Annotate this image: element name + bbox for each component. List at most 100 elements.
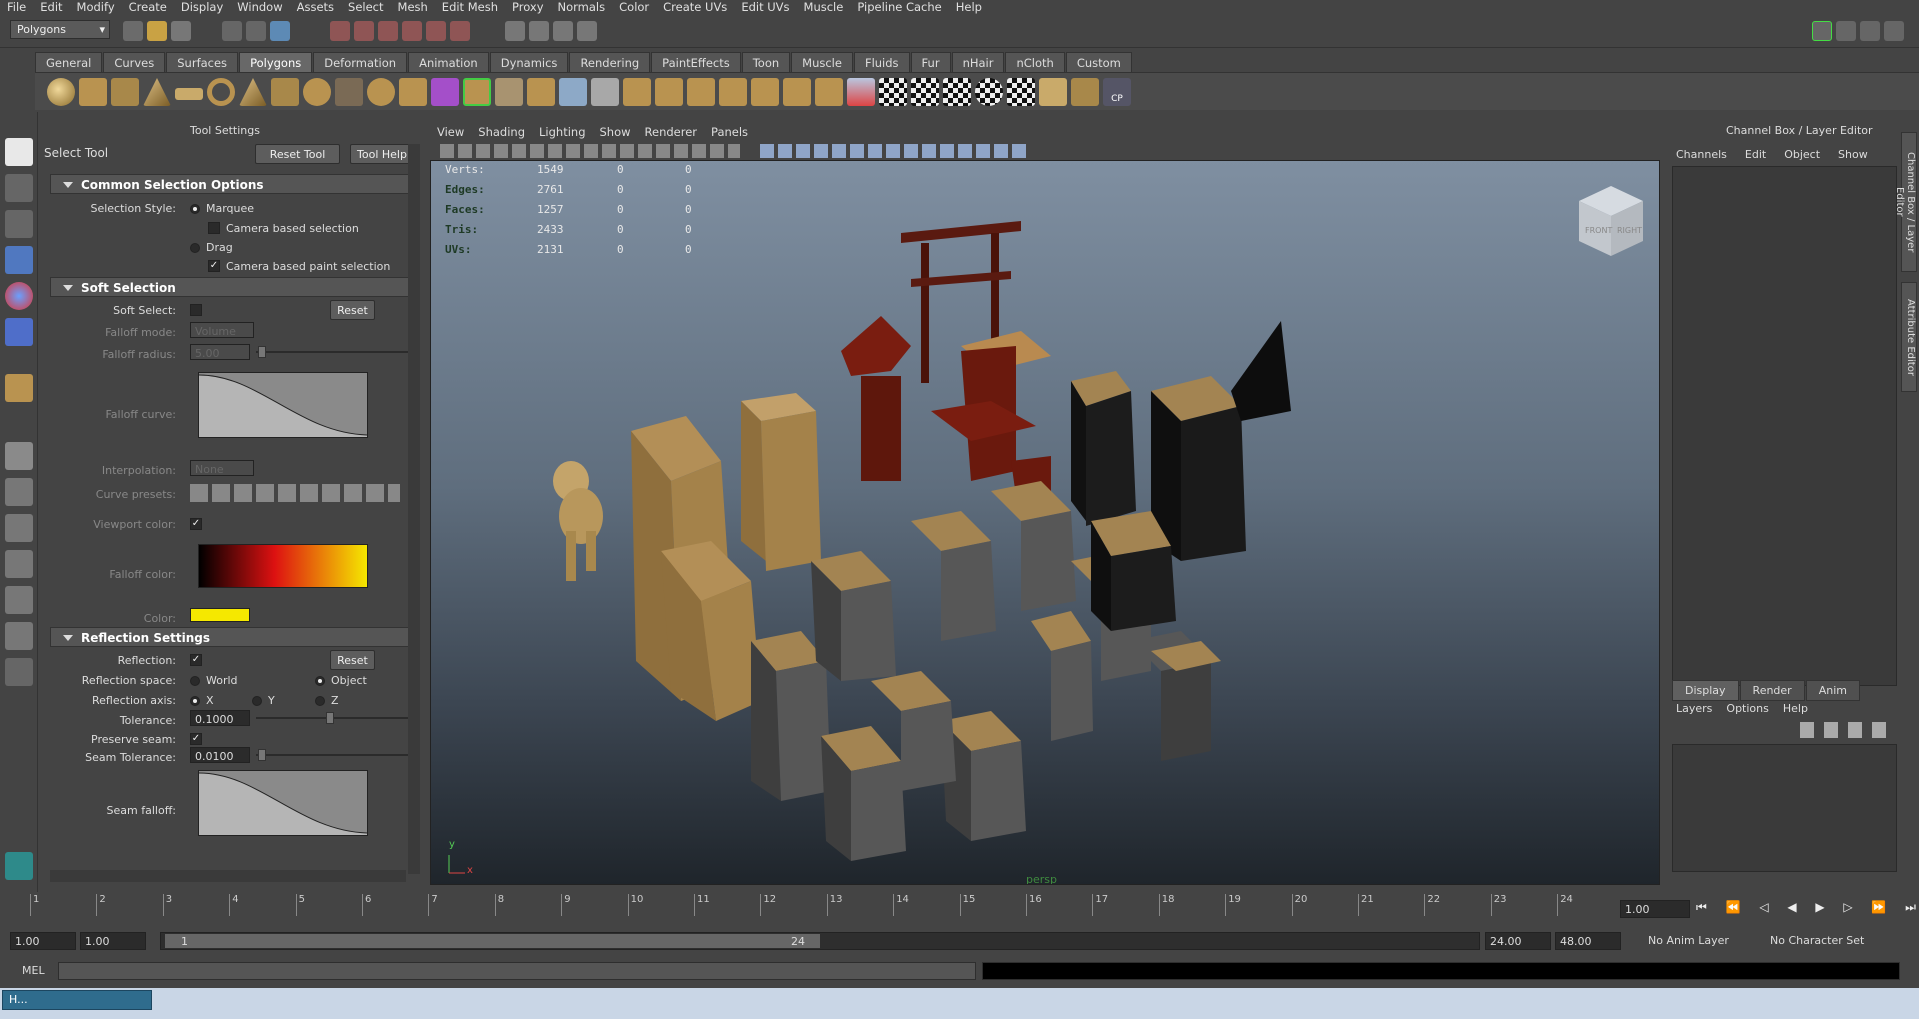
- poly-cube-icon[interactable]: [79, 78, 107, 106]
- shelf-tab-curves[interactable]: Curves: [103, 52, 166, 72]
- tool-settings-scrollbar[interactable]: [408, 144, 420, 874]
- viewport-menu-view[interactable]: View: [430, 125, 471, 139]
- poly-sphere-icon[interactable]: [47, 78, 75, 106]
- axis-y-radio[interactable]: [252, 696, 262, 706]
- shelf-tab-painteffects[interactable]: PaintEffects: [651, 52, 741, 72]
- soft-selection-header[interactable]: Soft Selection: [50, 277, 410, 297]
- save-scene-icon[interactable]: [171, 21, 191, 41]
- poly-pipe-icon[interactable]: [271, 78, 299, 106]
- menu-proxy[interactable]: Proxy: [505, 0, 551, 14]
- menu-edit-uvs[interactable]: Edit UVs: [734, 0, 796, 14]
- menu-pipeline-cache[interactable]: Pipeline Cache: [850, 0, 948, 14]
- layout-single-icon[interactable]: [5, 442, 33, 470]
- viewport-shading-tools[interactable]: [760, 144, 1030, 158]
- append-polygon-icon[interactable]: [527, 78, 555, 106]
- play-forward-icon[interactable]: ▶: [1815, 900, 1824, 918]
- tool-settings-hscrollbar[interactable]: [50, 870, 406, 882]
- go-to-end-icon[interactable]: ⏭: [1905, 900, 1916, 918]
- color-swatch[interactable]: [190, 608, 250, 622]
- menu-create[interactable]: Create: [122, 0, 174, 14]
- menu-assets[interactable]: Assets: [290, 0, 341, 14]
- cp-icon[interactable]: CP: [1103, 78, 1131, 106]
- layout-hypershade-icon[interactable]: [5, 586, 33, 614]
- step-back-key-icon[interactable]: ⏪: [1726, 900, 1741, 918]
- layout-persp-graph-icon[interactable]: [5, 550, 33, 578]
- seam-tolerance-slider[interactable]: [256, 754, 416, 756]
- poly-plane-icon[interactable]: [175, 88, 203, 100]
- current-time-field[interactable]: 1.00: [1620, 900, 1690, 918]
- object-radio[interactable]: [315, 676, 325, 686]
- menu-color[interactable]: Color: [612, 0, 656, 14]
- select-component-icon[interactable]: [270, 21, 290, 41]
- tolerance-knob[interactable]: [326, 712, 334, 724]
- uv-planar-icon[interactable]: [879, 78, 907, 106]
- step-forward-frame-icon[interactable]: ▷: [1843, 900, 1852, 918]
- curve-presets-row[interactable]: [190, 484, 400, 502]
- menu-create-uvs[interactable]: Create UVs: [656, 0, 734, 14]
- reflection-checkbox[interactable]: ✓: [190, 654, 202, 666]
- range-slider-handle[interactable]: [165, 934, 820, 948]
- poly-prism-icon[interactable]: [239, 78, 267, 106]
- shelf-tab-nhair[interactable]: nHair: [951, 52, 1005, 72]
- show-attribute-editor-icon[interactable]: [1836, 21, 1856, 41]
- interpolation-dropdown[interactable]: None: [190, 460, 254, 476]
- poke-face-icon[interactable]: [719, 78, 747, 106]
- layer-menu-help[interactable]: Help: [1783, 702, 1808, 715]
- bevel-icon[interactable]: [687, 78, 715, 106]
- marquee-radio[interactable]: [190, 204, 200, 214]
- step-back-frame-icon[interactable]: ◁: [1759, 900, 1768, 918]
- viewport-menu-renderer[interactable]: Renderer: [638, 125, 705, 139]
- menu-select[interactable]: Select: [341, 0, 390, 14]
- transfer-icon[interactable]: [1071, 78, 1099, 106]
- snap-curve-icon[interactable]: [354, 21, 374, 41]
- perspective-viewport[interactable]: Verts: 1549 0 0 Edges: 2761 0 0 Faces: 1…: [430, 160, 1660, 885]
- tolerance-field[interactable]: 0.1000: [190, 710, 250, 726]
- scale-tool-icon[interactable]: [5, 318, 33, 346]
- layer-tab-anim[interactable]: Anim: [1805, 680, 1860, 701]
- snap-grid-icon[interactable]: [330, 21, 350, 41]
- camera-based-checkbox[interactable]: [208, 222, 220, 234]
- sculpt-icon[interactable]: [847, 78, 875, 106]
- axis-z-radio[interactable]: [315, 696, 325, 706]
- anim-start-field[interactable]: 1.00: [10, 932, 76, 950]
- rotate-tool-icon[interactable]: [5, 282, 33, 310]
- show-channel-box-icon[interactable]: [1812, 21, 1832, 41]
- shelf-tab-ncloth[interactable]: nCloth: [1005, 52, 1065, 72]
- layer-menu-options[interactable]: Options: [1726, 702, 1768, 715]
- open-scene-icon[interactable]: [147, 21, 167, 41]
- world-radio[interactable]: [190, 676, 200, 686]
- merge-vertex-icon[interactable]: [655, 78, 683, 106]
- shelf-tab-fur[interactable]: Fur: [910, 52, 951, 72]
- preserve-seam-checkbox[interactable]: ✓: [190, 733, 202, 745]
- boolean-icon[interactable]: [399, 78, 427, 106]
- taskbar-window[interactable]: H...: [2, 990, 152, 1010]
- layout-uv-icon[interactable]: [1039, 78, 1067, 106]
- menu-help[interactable]: Help: [949, 0, 989, 14]
- lasso-tool-icon[interactable]: [5, 174, 33, 202]
- menu-modify[interactable]: Modify: [70, 0, 122, 14]
- step-forward-key-icon[interactable]: ⏩: [1871, 900, 1886, 918]
- select-object-icon[interactable]: [246, 21, 266, 41]
- separate-icon[interactable]: [367, 78, 395, 106]
- seam-falloff-graph[interactable]: [198, 770, 368, 836]
- axis-x-radio[interactable]: [190, 696, 200, 706]
- layout-persp-outliner-icon[interactable]: [5, 514, 33, 542]
- combine-icon[interactable]: [335, 78, 363, 106]
- range-slider[interactable]: 1 24: [160, 932, 1480, 950]
- shelf-tab-custom[interactable]: Custom: [1065, 52, 1132, 72]
- poly-cylinder-icon[interactable]: [111, 78, 139, 106]
- magnet-icon[interactable]: [450, 21, 470, 41]
- reflection-reset-button[interactable]: Reset: [330, 650, 375, 670]
- render-frame-icon[interactable]: [529, 21, 549, 41]
- camera-paint-checkbox[interactable]: ✓: [208, 260, 220, 272]
- shelf-tab-general[interactable]: General: [35, 52, 103, 72]
- playback-end-field[interactable]: 24.00: [1485, 932, 1551, 950]
- menu-set-dropdown[interactable]: Polygons ▾: [10, 20, 110, 39]
- new-scene-icon[interactable]: [123, 21, 143, 41]
- layer-menu-layers[interactable]: Layers: [1676, 702, 1712, 715]
- layer-tab-display[interactable]: Display: [1672, 680, 1739, 701]
- anim-end-field[interactable]: 48.00: [1555, 932, 1621, 950]
- anim-layer-dropdown[interactable]: No Anim Layer: [1648, 934, 1729, 947]
- render-settings-icon[interactable]: [577, 21, 597, 41]
- soft-reset-button[interactable]: Reset: [330, 300, 375, 320]
